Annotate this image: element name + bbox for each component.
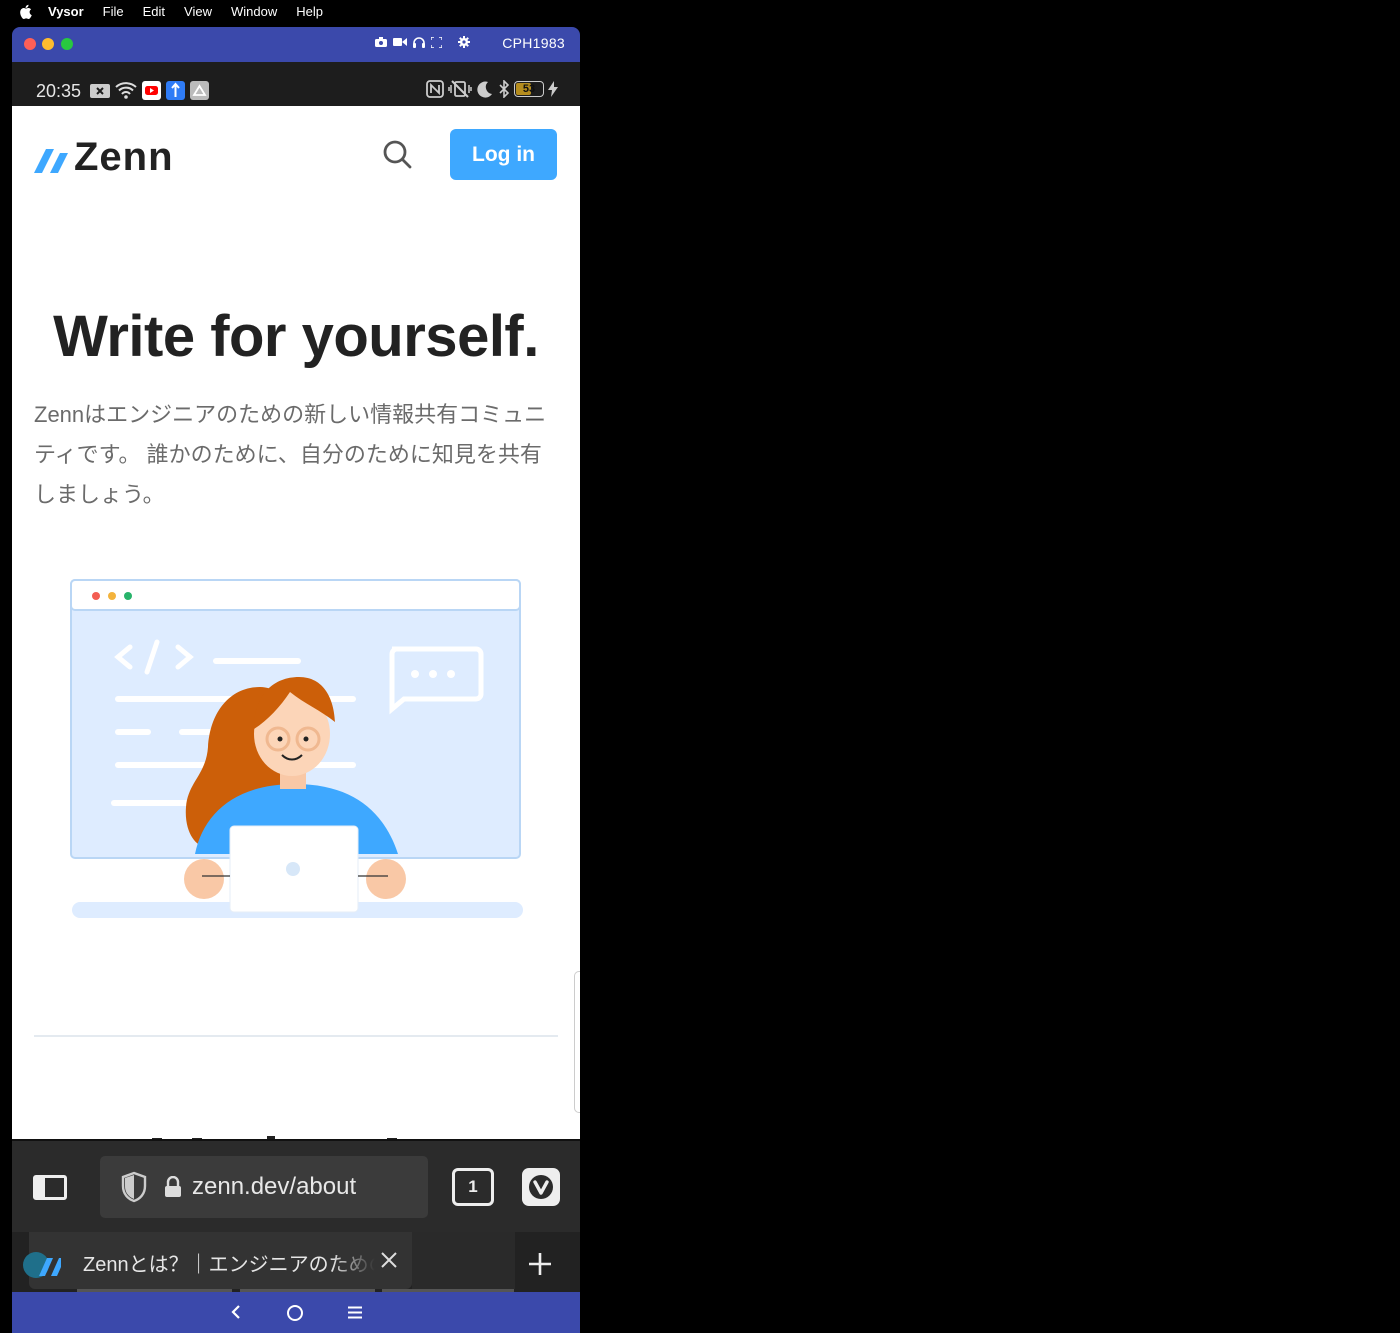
- lock-icon: [165, 1176, 181, 1197]
- menu-app-name[interactable]: Vysor: [48, 4, 84, 19]
- menu-edit[interactable]: Edit: [143, 4, 165, 19]
- maximize-window-button[interactable]: [61, 38, 73, 50]
- zenn-logo[interactable]: Zenn: [34, 135, 174, 180]
- wifi-icon: [115, 82, 137, 99]
- menu-file[interactable]: File: [103, 4, 124, 19]
- vysor-window: CPH1983 20:35 53 Zenn Log in Write for y…: [12, 27, 580, 1333]
- vysor-titlebar: CPH1983: [12, 27, 580, 62]
- headphones-icon[interactable]: [413, 36, 425, 48]
- tab-strip: Zennとは？｜エンジニアのための情報共有コミュニティ: [12, 1232, 580, 1292]
- shield-icon[interactable]: [120, 1171, 148, 1203]
- new-tab-plus-icon[interactable]: [528, 1252, 552, 1276]
- charging-bolt-icon: [548, 81, 558, 97]
- url-text: zenn.dev/about: [192, 1173, 357, 1200]
- close-window-button[interactable]: [24, 38, 36, 50]
- notification-x-icon: [90, 83, 110, 98]
- url-field[interactable]: zenn.dev/about: [100, 1156, 428, 1218]
- fullscreen-icon[interactable]: [431, 36, 442, 48]
- home-icon[interactable]: [287, 1305, 303, 1321]
- minimize-window-button[interactable]: [42, 38, 54, 50]
- tab-title: Zennとは？｜エンジニアのための情報共有コミュニティ: [83, 1254, 375, 1276]
- scroll-indicator[interactable]: [574, 971, 580, 1113]
- menu-view[interactable]: View: [184, 4, 212, 19]
- app-notification-blue-icon: [166, 81, 185, 100]
- page-description: Zennはエンジニアのための新しい情報共有コミュニティです。 誰かのために、自分…: [34, 402, 547, 507]
- back-icon[interactable]: [230, 1304, 242, 1320]
- settings-gear-icon[interactable]: [458, 36, 470, 48]
- battery-indicator: 53: [514, 81, 544, 97]
- zenn-favicon-icon: [23, 1252, 61, 1278]
- video-record-icon[interactable]: [393, 37, 407, 47]
- active-tab[interactable]: Zennとは？｜エンジニアのための情報共有コミュニティ: [23, 1232, 412, 1289]
- apple-icon[interactable]: [18, 3, 32, 19]
- menu-help[interactable]: Help: [296, 4, 323, 19]
- inactive-tab-area[interactable]: [412, 1232, 515, 1289]
- camera-icon[interactable]: [375, 37, 387, 47]
- device-name: CPH1983: [502, 35, 565, 51]
- zenn-logo-text: Zenn: [74, 135, 174, 179]
- android-status-bar: 20:35 53: [12, 62, 580, 106]
- do-not-disturb-moon-icon: [477, 81, 492, 98]
- vibrate-off-icon: [448, 80, 472, 98]
- vivaldi-menu-icon[interactable]: [522, 1168, 560, 1206]
- panel-toggle-button[interactable]: [33, 1175, 67, 1200]
- bluetooth-icon: [499, 80, 510, 98]
- section-divider: [34, 1035, 558, 1037]
- zenn-web-page: Zenn Log in Write for yourself. Zennはエンジ…: [12, 106, 580, 1139]
- menu-window[interactable]: Window: [231, 4, 277, 19]
- tab-switcher-button[interactable]: 1: [452, 1168, 494, 1206]
- app-notification-grey-icon: [190, 81, 209, 100]
- browser-address-bar: zenn.dev/about 1: [12, 1139, 580, 1232]
- search-icon[interactable]: [382, 139, 412, 169]
- close-tab-icon[interactable]: [379, 1250, 399, 1270]
- youtube-icon: [142, 81, 161, 100]
- engineer-illustration: [70, 579, 523, 918]
- mac-menubar: Vysor File Edit View Window Help: [0, 0, 1400, 22]
- nfc-icon: [426, 80, 444, 98]
- recent-apps-menu-icon[interactable]: [348, 1306, 362, 1319]
- battery-level: 53: [522, 83, 536, 95]
- status-time: 20:35: [36, 81, 82, 101]
- zenn-logo-mark-icon: [34, 148, 68, 173]
- login-button[interactable]: Log in: [450, 129, 557, 180]
- android-nav-bar: [12, 1292, 580, 1333]
- page-headline: Write for yourself.: [53, 304, 539, 369]
